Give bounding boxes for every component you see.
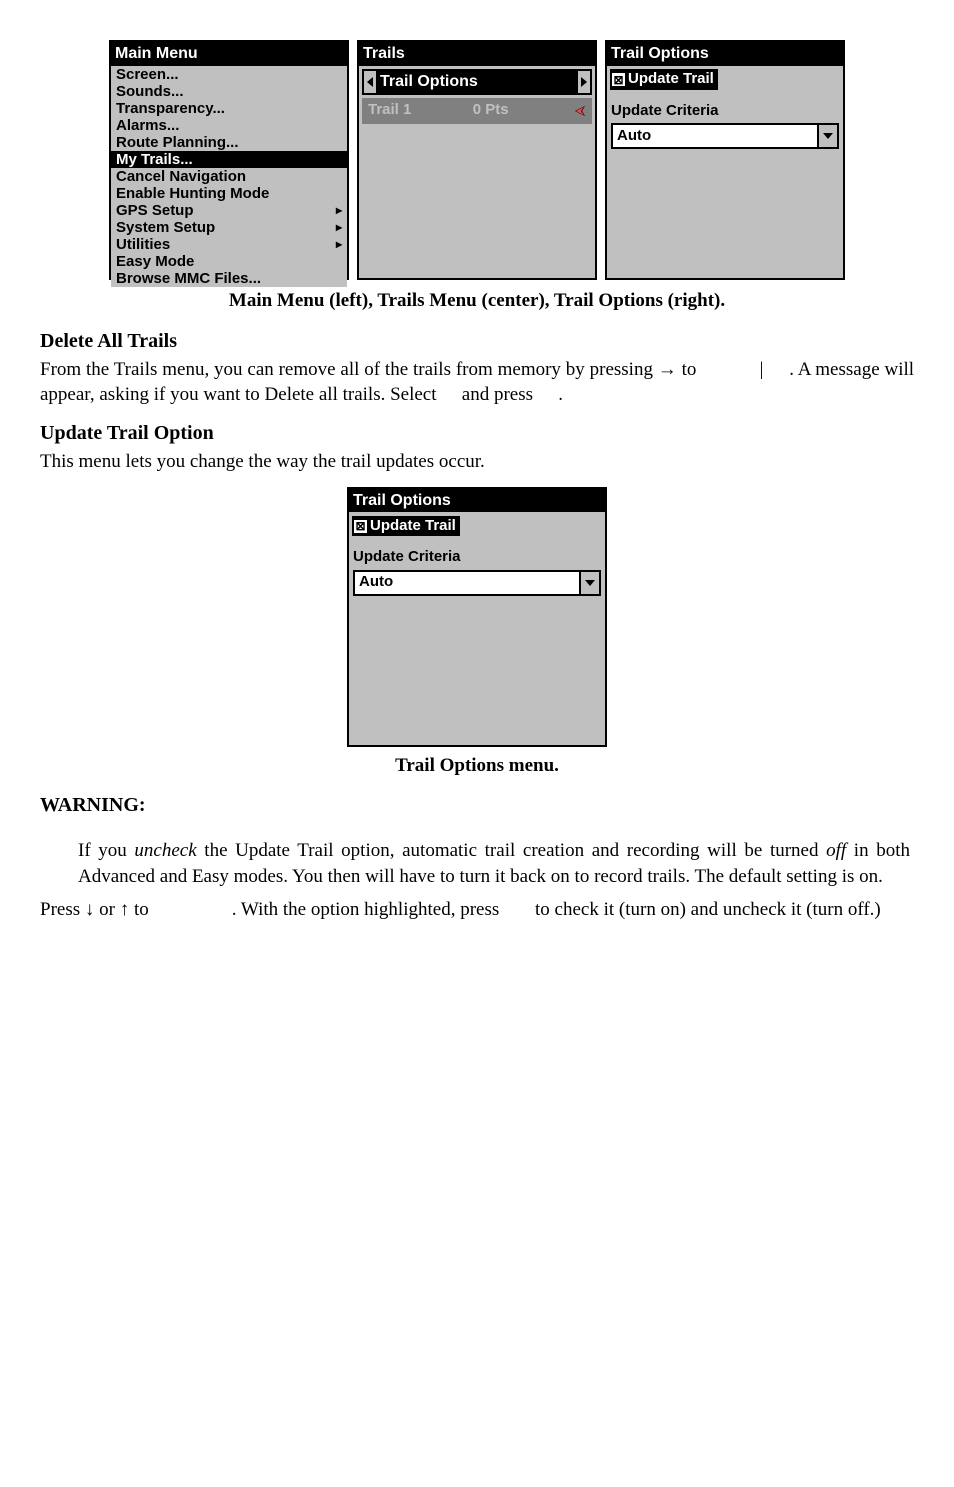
update-trail-label: Update Trail <box>628 69 714 89</box>
main-menu-item[interactable]: GPS Setup ▸ <box>111 202 347 219</box>
update-trail-label-2: Update Trail <box>370 516 456 536</box>
dropdown-arrow-icon[interactable] <box>817 125 837 147</box>
main-menu-panel: Main Menu Screen...Sounds...Transparency… <box>109 40 349 280</box>
update-criteria-value: Auto <box>613 126 817 146</box>
trail-options-label: Trail Options <box>378 71 576 93</box>
main-menu-item[interactable]: Transparency... <box>111 100 347 117</box>
main-menu-title: Main Menu <box>111 42 347 66</box>
trail-options-body: ⊠ Update Trail Update Criteria Auto <box>607 66 843 278</box>
smallcaps-slot <box>768 359 784 380</box>
italic-text: uncheck <box>134 840 196 861</box>
trails-panel: Trails Trail Options Trail 1 0 Pts <box>357 40 597 280</box>
smallcaps-slot <box>441 384 457 405</box>
text: and press <box>462 384 538 405</box>
menu-item-label: Utilities <box>116 236 170 253</box>
main-menu-item[interactable]: Enable Hunting Mode <box>111 185 347 202</box>
delete-all-trails-heading: Delete All Trails <box>40 328 914 355</box>
scroll-right-icon[interactable] <box>576 71 590 93</box>
trails-body: Trail Options Trail 1 0 Pts <box>359 66 595 278</box>
checkbox-checked-icon: ⊠ <box>612 73 625 86</box>
main-menu-item[interactable]: Route Planning... <box>111 134 347 151</box>
text: From the Trails menu, you can remove all… <box>40 359 701 380</box>
submenu-arrow-icon: ▸ <box>336 202 342 219</box>
trail-options-body-2: ⊠ Update Trail Update Criteria Auto <box>349 512 605 744</box>
update-criteria-dropdown[interactable]: Auto <box>611 123 839 149</box>
menu-item-label: Alarms... <box>116 117 179 134</box>
submenu-arrow-icon: ▸ <box>336 236 342 253</box>
dropdown-arrow-icon[interactable] <box>579 572 599 594</box>
trail-name: Trail 1 <box>368 100 411 120</box>
trail-options-bar[interactable]: Trail Options <box>362 69 592 95</box>
figure-caption-1: Main Menu (left), Trails Menu (center), … <box>40 288 914 314</box>
main-menu-item[interactable]: Alarms... <box>111 117 347 134</box>
trails-title: Trails <box>359 42 595 66</box>
checkbox-checked-icon: ⊠ <box>354 520 367 533</box>
trail-options-panel-2: Trail Options ⊠ Update Trail Update Crit… <box>347 487 607 747</box>
trail-marker-icon <box>570 103 586 119</box>
figure-caption-2: Trail Options menu. <box>40 753 914 779</box>
text: Press ↓ or ↑ to <box>40 899 153 920</box>
delete-all-trails-paragraph: From the Trails menu, you can remove all… <box>40 357 914 408</box>
menu-item-label: Enable Hunting Mode <box>116 185 269 202</box>
main-menu-list: Screen...Sounds...Transparency...Alarms.… <box>111 66 347 287</box>
trail-options-title: Trail Options <box>607 42 843 66</box>
text: the Update Trail option, automatic trail… <box>197 840 826 861</box>
menu-item-label: Screen... <box>116 66 179 83</box>
menu-item-label: GPS Setup <box>116 202 194 219</box>
menu-item-label: My Trails... <box>116 151 193 168</box>
warning-paragraph: If you uncheck the Update Trail option, … <box>78 838 910 889</box>
update-criteria-value-2: Auto <box>355 572 579 592</box>
smallcaps-slot <box>538 384 554 405</box>
smallcaps-slot <box>504 899 530 920</box>
menu-item-label: Sounds... <box>116 83 184 100</box>
main-menu-body: Screen...Sounds...Transparency...Alarms.… <box>111 66 347 287</box>
menu-item-label: Cancel Navigation <box>116 168 246 185</box>
main-menu-item[interactable]: Browse MMC Files... <box>111 270 347 287</box>
press-paragraph: Press ↓ or ↑ to . With the option highli… <box>40 897 914 923</box>
main-menu-item[interactable]: Sounds... <box>111 83 347 100</box>
main-menu-item[interactable]: Utilities ▸ <box>111 236 347 253</box>
warning-heading: WARNING: <box>40 792 914 819</box>
trail-pts: 0 Pts <box>473 100 509 120</box>
text: to check it (turn on) and uncheck it (tu… <box>535 899 881 920</box>
main-menu-item[interactable]: My Trails... <box>111 151 347 168</box>
update-trail-option-paragraph: This menu lets you change the way the tr… <box>40 449 914 475</box>
main-menu-item[interactable]: Screen... <box>111 66 347 83</box>
submenu-arrow-icon: ▸ <box>336 219 342 236</box>
main-menu-item[interactable]: Cancel Navigation <box>111 168 347 185</box>
update-criteria-label: Update Criteria <box>611 101 839 121</box>
menu-item-label: Easy Mode <box>116 253 194 270</box>
text: | <box>760 359 764 380</box>
trail-options-panel: Trail Options ⊠ Update Trail Update Crit… <box>605 40 845 280</box>
update-criteria-label-2: Update Criteria <box>353 547 601 567</box>
update-trail-checkbox-2[interactable]: ⊠ Update Trail <box>352 516 460 536</box>
main-menu-item[interactable]: Easy Mode <box>111 253 347 270</box>
smallcaps-slot <box>701 359 754 380</box>
menu-item-label: System Setup <box>116 219 215 236</box>
center-screenshot-wrap: Trail Options ⊠ Update Trail Update Crit… <box>40 487 914 747</box>
text: If you <box>78 840 134 861</box>
italic-text: off <box>826 840 846 861</box>
text: . <box>558 384 563 405</box>
menu-item-label: Route Planning... <box>116 134 239 151</box>
main-menu-item[interactable]: System Setup ▸ <box>111 219 347 236</box>
text: . With the option highlighted, press <box>232 899 504 920</box>
trail-options-title-2: Trail Options <box>349 489 605 513</box>
update-criteria-dropdown-2[interactable]: Auto <box>353 570 601 596</box>
update-trail-option-heading: Update Trail Option <box>40 420 914 447</box>
screenshots-row: Main Menu Screen...Sounds...Transparency… <box>40 40 914 280</box>
update-trail-checkbox[interactable]: ⊠ Update Trail <box>610 69 718 89</box>
scroll-left-icon[interactable] <box>364 71 378 93</box>
menu-item-label: Browse MMC Files... <box>116 270 261 287</box>
smallcaps-slot <box>153 899 227 920</box>
menu-item-label: Transparency... <box>116 100 225 117</box>
trail-row[interactable]: Trail 1 0 Pts <box>362 98 592 124</box>
